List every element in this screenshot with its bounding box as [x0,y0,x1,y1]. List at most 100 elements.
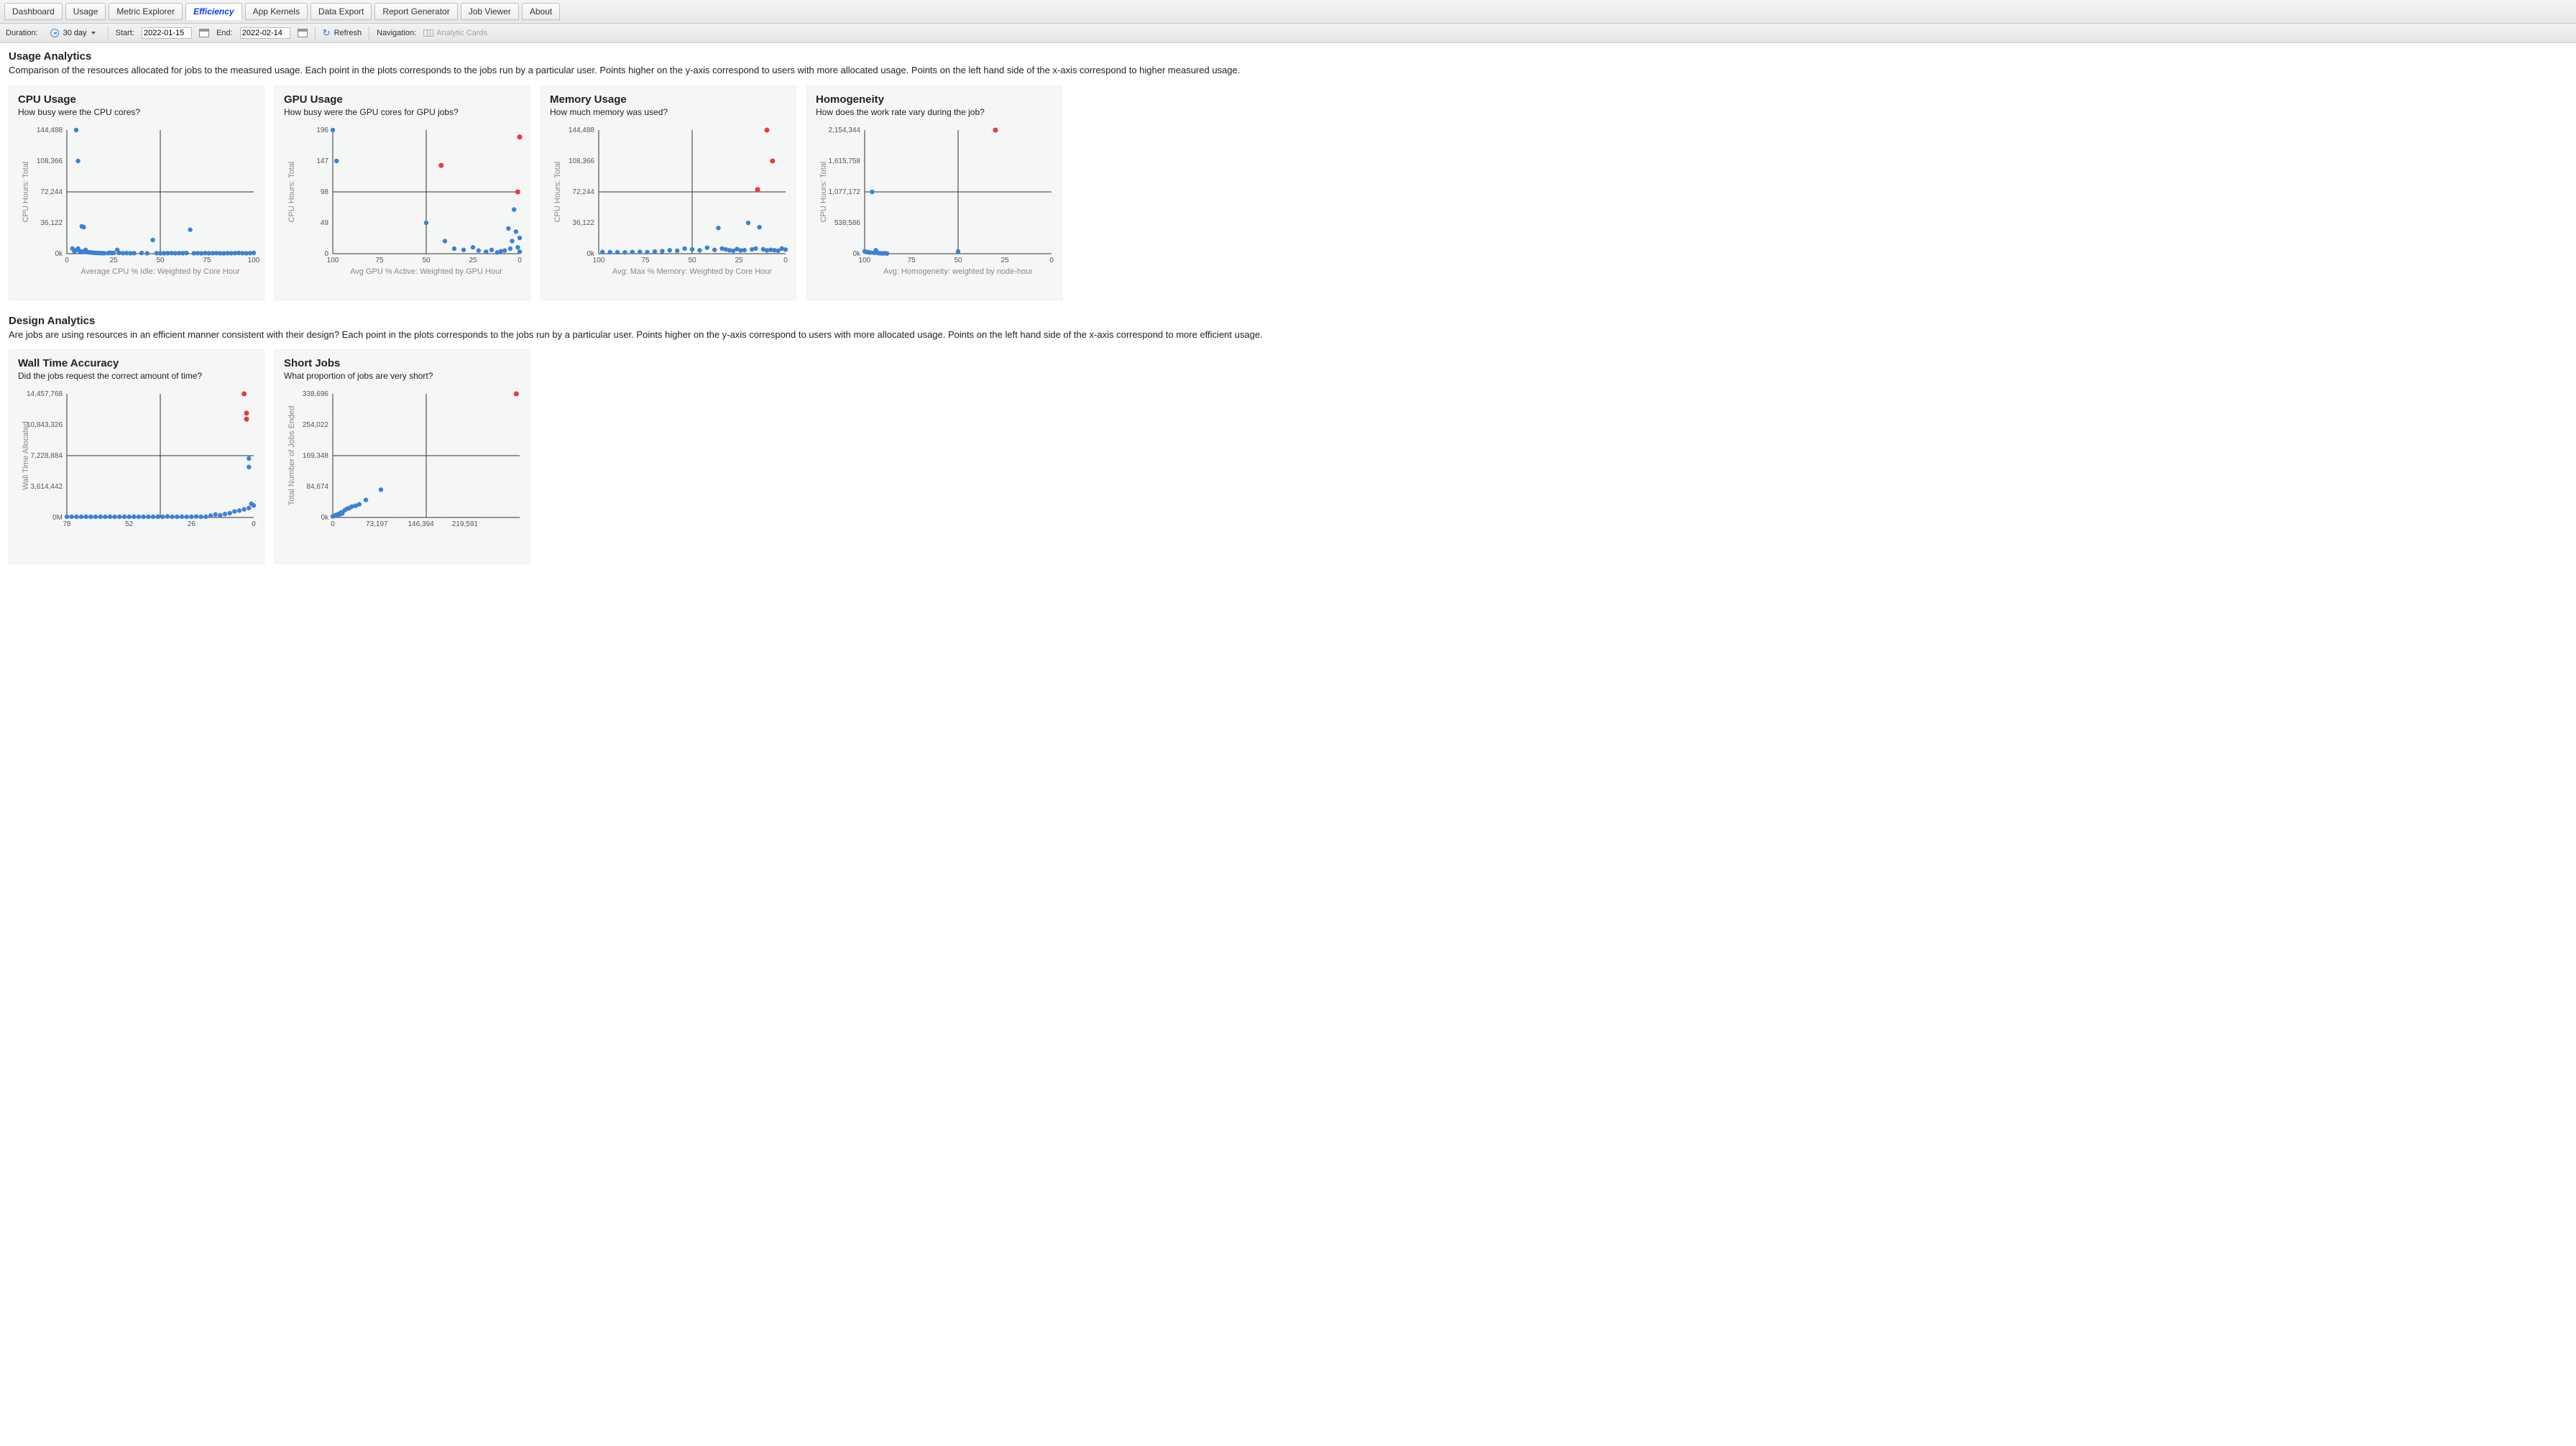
card-title: Memory Usage [550,93,787,106]
refresh-button[interactable]: Refresh [323,29,362,37]
chart-wall: 78522600M3,614,4427,228,88410,843,32614,… [18,390,255,553]
svg-text:196: 196 [316,126,328,134]
svg-text:108,366: 108,366 [569,157,595,165]
card-hom[interactable]: Homogeneity How does the work rate vary … [806,86,1062,300]
end-label: End: [216,29,233,37]
card-title: GPU Usage [284,93,521,106]
nav-label: Navigation: [377,29,416,37]
tab-label: Report Generator [382,6,449,17]
svg-text:0k: 0k [586,250,595,258]
svg-text:72,244: 72,244 [40,188,63,196]
svg-text:75: 75 [203,257,211,264]
svg-text:100: 100 [327,257,339,264]
svg-text:73,197: 73,197 [366,520,388,528]
svg-text:538,586: 538,586 [834,219,861,227]
card-sub: How much memory was used? [550,107,787,117]
svg-text:1,077,172: 1,077,172 [829,188,861,196]
tab-label: Job Viewer [469,6,511,17]
tab-label: Efficiency [193,6,234,17]
separator [108,27,109,40]
svg-text:72,244: 72,244 [572,188,594,196]
tab-efficiency[interactable]: Efficiency [185,3,242,20]
card-sub: How does the work rate vary during the j… [816,107,1053,117]
tab-metric-explorer[interactable]: Metric Explorer [109,3,183,20]
calendar-icon[interactable] [199,29,209,37]
svg-text:25: 25 [735,257,743,264]
svg-text:CPU Hours: Total: CPU Hours: Total [288,161,296,222]
svg-text:0: 0 [65,257,69,264]
svg-text:144,488: 144,488 [569,126,595,134]
card-sub: How busy were the CPU cores? [18,107,255,117]
tab-data-export[interactable]: Data Export [310,3,372,20]
tab-app-kernels[interactable]: App Kernels [245,3,308,20]
card-sub: What proportion of jobs are very short? [284,371,521,381]
svg-text:25: 25 [109,257,118,264]
svg-text:0M: 0M [52,514,63,522]
duration-value: 30 day [63,29,87,37]
start-label: Start: [116,29,134,37]
tab-dashboard[interactable]: Dashboard [4,3,63,20]
design-cards-row: Wall Time Accuracy Did the jobs request … [9,349,2567,564]
svg-text:1,615,758: 1,615,758 [829,157,861,165]
nav-link-label: Analytic Cards [436,29,487,37]
chart-short: 073,197146,394219,5910k84,674169,348254,… [284,390,521,553]
design-section-title: Design Analytics [9,315,2567,327]
svg-text:0: 0 [324,250,328,258]
start-input[interactable] [142,27,192,39]
svg-text:75: 75 [375,257,384,264]
svg-text:100: 100 [248,257,260,264]
svg-text:Average CPU % Idle: Weighted b: Average CPU % Idle: Weighted by Core Hou… [80,267,240,276]
card-mem[interactable]: Memory Usage How much memory was used? 1… [540,86,796,300]
card-short[interactable]: Short Jobs What proportion of jobs are v… [275,349,530,564]
svg-text:169,348: 169,348 [303,452,329,460]
svg-text:0: 0 [518,257,522,264]
tab-label: About [530,6,552,17]
svg-text:25: 25 [469,257,477,264]
duration-dropdown[interactable]: 30 day [45,27,101,40]
svg-text:144,488: 144,488 [37,126,63,134]
svg-text:100: 100 [593,257,605,264]
svg-text:10,843,326: 10,843,326 [27,421,63,429]
card-title: Short Jobs [284,357,521,369]
svg-text:CPU Hours: Total: CPU Hours: Total [22,161,30,222]
svg-text:0k: 0k [852,250,861,258]
chart-cpu: 02550751000k36,12272,244108,366144,488Av… [18,126,255,290]
usage-section-title: Usage Analytics [9,50,2567,63]
tab-job-viewer[interactable]: Job Viewer [461,3,519,20]
calendar-icon[interactable] [298,29,308,37]
card-title: Wall Time Accuracy [18,357,255,369]
card-wall[interactable]: Wall Time Accuracy Did the jobs request … [9,349,264,564]
grid-icon [423,29,433,37]
design-section-desc: Are jobs are using resources in an effic… [9,328,2567,341]
toolbar: Duration: 30 day Start: End: Refresh Nav… [0,24,2576,43]
svg-text:7,228,884: 7,228,884 [31,452,63,460]
tab-usage[interactable]: Usage [65,3,106,20]
svg-text:36,122: 36,122 [572,219,594,227]
card-cpu[interactable]: CPU Usage How busy were the CPU cores? 0… [9,86,264,300]
svg-text:254,022: 254,022 [303,421,329,429]
tab-label: Usage [73,6,98,17]
chart-gpu: 100755025004998147196Avg GPU % Active: W… [284,126,521,290]
svg-text:147: 147 [316,157,328,165]
clock-icon [50,29,59,37]
svg-text:CPU Hours: Total: CPU Hours: Total [553,161,562,222]
svg-text:108,366: 108,366 [37,157,63,165]
svg-text:CPU Hours: Total: CPU Hours: Total [819,161,828,222]
tab-report-generator[interactable]: Report Generator [374,3,457,20]
svg-text:0k: 0k [55,250,63,258]
svg-text:Avg: Max % Memory: Weighted by: Avg: Max % Memory: Weighted by Core Hour [612,267,772,276]
svg-text:98: 98 [321,188,329,196]
nav-analytic-cards[interactable]: Analytic Cards [423,29,487,37]
card-sub: Did the jobs request the correct amount … [18,371,255,381]
tab-label: Dashboard [12,6,55,17]
svg-text:Wall Time Allocated: Wall Time Allocated [22,421,30,490]
svg-text:100: 100 [859,257,871,264]
usage-section-desc: Comparison of the resources allocated fo… [9,64,2567,77]
card-gpu[interactable]: GPU Usage How busy were the GPU cores fo… [275,86,530,300]
end-input[interactable] [240,27,290,39]
svg-text:78: 78 [63,520,71,528]
svg-text:36,122: 36,122 [40,219,63,227]
svg-text:25: 25 [1000,257,1009,264]
tab-about[interactable]: About [522,3,560,20]
tab-label: Metric Explorer [116,6,175,17]
